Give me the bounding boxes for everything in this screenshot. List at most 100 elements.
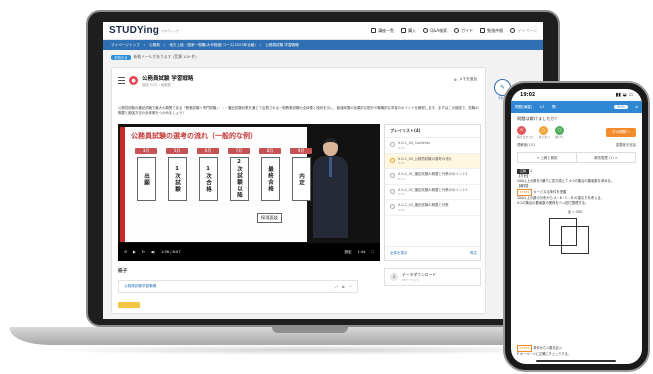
lesson-card: ● 公務員試験 学習戦略 講座 53分 / 講義数 ⊕ メモを追加 公務員試験の… xyxy=(111,67,486,314)
playlist-footer: 全体を表示 再生 xyxy=(385,246,482,260)
step-month: 5月 xyxy=(166,148,188,154)
answer-explanation-tab[interactable]: < 上解と解説 xyxy=(518,153,577,162)
body-line: STEP1 キーとなる条件を把握 xyxy=(517,189,636,196)
choice-correct[interactable]: ○ 解けた xyxy=(555,126,564,139)
playlist-replay-button[interactable]: 再生 xyxy=(470,251,477,256)
step-label: 内定 xyxy=(291,157,311,201)
breadcrumb-item[interactable]: 地方上級・国家一般職(大卒程度)コース(2023年合格) xyxy=(169,43,255,48)
breadcrumb-separator: › xyxy=(163,43,166,47)
menu-icon[interactable] xyxy=(118,77,125,84)
nav-qa-search[interactable]: Q&A検索 xyxy=(423,28,447,34)
step-month: 8月 xyxy=(259,148,281,154)
breadcrumb-item[interactable]: 公務員 xyxy=(149,43,160,48)
external-link-icon[interactable]: ⧉ xyxy=(342,285,345,289)
diagram-title: 全 = 200 xyxy=(567,210,583,214)
slide-step: 5月 1次試験 xyxy=(164,148,190,201)
playlist-item[interactable]: 0-0-1_00_Contents 0:15 xyxy=(385,138,480,154)
toolbar-item[interactable]: 問 xyxy=(552,105,556,110)
choice-wrong[interactable]: × 解けなかった xyxy=(517,126,534,139)
rewind-icon[interactable]: ↺ xyxy=(124,250,127,254)
slide-step: 6月 1次合格 xyxy=(195,148,221,201)
lesson-header: ● 公務員試験 学習戦略 講座 53分 / 講義数 xyxy=(118,74,193,87)
notice-text: 新着メールがあります (受講 109 件) xyxy=(133,54,197,59)
playlist-item[interactable]: 0-0-1_03_筆記試験の概要と対策 4:02 xyxy=(385,200,480,216)
nav-friends[interactable]: 勉強仲間 xyxy=(480,28,503,34)
slide-step: 8月最終合格 xyxy=(257,148,283,201)
choice-unsure[interactable]: △ あいまい xyxy=(538,126,550,139)
playlist-item-label: 0-0-1_00_公務員試験の選考の流れ xyxy=(398,156,452,161)
breadcrumb-item[interactable]: マイページトップ xyxy=(111,43,140,48)
phone-question: 問題は解けましたか？ xyxy=(517,116,559,121)
playlist-item-time: 4:02 xyxy=(398,207,405,212)
playlist-status-icon xyxy=(390,157,395,163)
video-time: 1:56 / 8:07 xyxy=(160,250,181,254)
expand-icon[interactable]: ⤢ xyxy=(335,285,338,289)
step-label: 出願 xyxy=(136,157,156,201)
toolbar-item[interactable]: 問題(練習) xyxy=(515,105,532,110)
importance-toggle[interactable]: 重要度を追加 xyxy=(616,142,636,147)
pencil-icon: ✎ xyxy=(499,84,506,91)
playlist-item[interactable]: 0-0-1_02_筆記試験の概要と対策のポイント2 5:31 xyxy=(385,185,480,201)
video-player[interactable]: 公務員試験の選考の流れ（一般的な例） 3月 出願 5月 1次試験 6月 1次合格 7月… xyxy=(118,124,380,261)
playlist-item[interactable]: 0-0-1_01_筆記試験の概要と対策のポイント1 6:14 xyxy=(385,169,480,185)
playlist-status-icon xyxy=(390,204,395,210)
play-icon[interactable]: ▶ xyxy=(133,250,136,254)
booklet-link[interactable]: 公務員試験学習戦略 xyxy=(124,284,156,289)
list-icon xyxy=(371,28,377,33)
playlist-item-label: 0-0-1_00_Contents xyxy=(398,141,430,145)
next-question-button[interactable]: 次の問題へ xyxy=(606,128,636,137)
step-month: 6月 xyxy=(197,148,219,154)
correct-icon: ○ xyxy=(555,126,564,135)
site-logo[interactable]: STUDYing xyxy=(109,25,159,36)
playlist-status-icon xyxy=(390,142,395,147)
forward-icon[interactable]: ↻ xyxy=(142,250,145,254)
footer-line: P キーページに正確にチェックする。 xyxy=(517,352,571,356)
wrong-icon: × xyxy=(517,126,526,135)
speed-setting[interactable]: 1.0x xyxy=(358,250,366,255)
playlist-item-active[interactable]: 0-0-1_00_公務員試験の選考の流れ 8:07 xyxy=(385,153,480,170)
lecturer-head xyxy=(323,138,338,156)
phone-status-bar: 19:02 ▮▮ ◒ ▭ xyxy=(511,89,642,101)
more-icon[interactable]: ⋯ xyxy=(348,285,352,289)
volume-icon[interactable]: ◀) xyxy=(151,250,155,254)
explanation-footer: STEP2 条件から人数を記入 P キーページに正確にチェックする。 xyxy=(517,345,571,357)
section-tab[interactable] xyxy=(118,302,140,308)
understanding-toggle[interactable]: 理解度(1/1) xyxy=(517,142,535,147)
step-label: 2次試験以降 xyxy=(229,157,249,201)
step-label: 最終合格 xyxy=(260,157,280,201)
playlist-title: プレイリスト(4) xyxy=(385,125,480,138)
slide-step: 7月 2次試験以降 xyxy=(226,148,252,201)
nav-guide[interactable]: ガイド xyxy=(454,28,473,34)
lecture-icon: ● xyxy=(129,76,138,85)
booklet-row[interactable]: 公務員試験学習戦略 ⤢ ⧉ ⋯ xyxy=(118,280,358,293)
nav-mypage[interactable]: マイページ xyxy=(510,28,537,34)
playlist-show-all-link[interactable]: 全体を表示 xyxy=(390,251,408,256)
nav-purchase[interactable]: 購入 xyxy=(401,28,416,34)
venn-diagram: 全 = 200 xyxy=(535,210,615,266)
playlist-item-time: 8:07 xyxy=(398,161,405,166)
unsure-icon: △ xyxy=(538,126,548,135)
lecturer-tie xyxy=(329,157,332,177)
lesson-description: 公務員試験の筆記試験で最大の難関である「教養試験＋専門試験」・・・筆記試験対策を… xyxy=(118,106,479,115)
quality-setting[interactable]: 設定 xyxy=(344,250,351,255)
slide-step: 3月 出願 xyxy=(133,148,159,201)
lecturer-figure xyxy=(311,138,351,238)
add-memo-button[interactable]: ⊕ メモを追加 xyxy=(454,77,477,82)
footer-line: STEP2 条件から人数を記入 xyxy=(517,345,571,352)
answer-history-tab[interactable]: 解答履歴 (1) > xyxy=(577,153,635,162)
signal-battery-icon: ▮▮ ◒ ▭ xyxy=(615,92,633,98)
download-subtitle: PDFファイル xyxy=(402,278,420,282)
step-text: キーとなる条件を把握 xyxy=(533,190,567,194)
progress-badge: 50% xyxy=(613,105,628,109)
site-header: STUDYing スタディング 講座一覧 購入 Q&A検索 ガイド 勉強仲間 マ… xyxy=(103,22,543,40)
data-download-button[interactable]: ↓ データダウンロード PDFファイル xyxy=(384,268,481,286)
slide-interview-box: 採用面談 xyxy=(257,213,282,223)
menu-icon[interactable]: ≡ xyxy=(635,105,638,109)
fullscreen-icon[interactable]: ⛶ xyxy=(371,250,374,255)
video-right-controls: 設定 1.0x ⛶ xyxy=(344,250,374,255)
nav-courses[interactable]: 講座一覧 xyxy=(371,28,394,34)
step-month: 7月 xyxy=(228,148,250,154)
notice-bar[interactable]: お知らせ 新着メールがあります (受講 109 件) xyxy=(111,54,197,60)
site-logo-sub: スタディング xyxy=(161,28,179,33)
step-tag: STEP2 xyxy=(517,345,533,352)
